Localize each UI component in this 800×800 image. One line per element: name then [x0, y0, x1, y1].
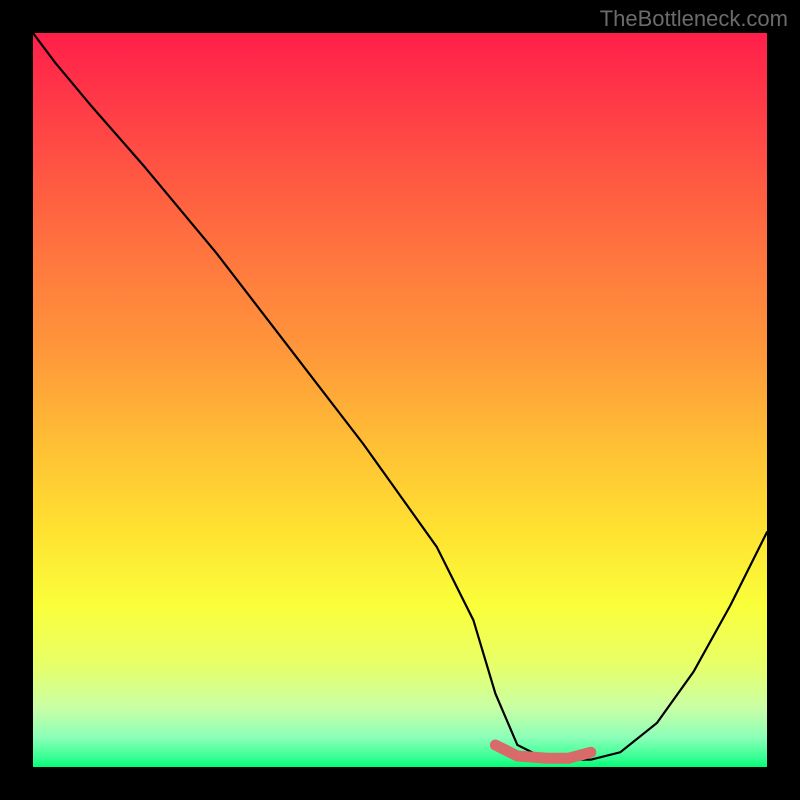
highlight-band-line: [495, 745, 590, 758]
chart-svg: [33, 33, 767, 767]
bottleneck-curve-line: [33, 33, 767, 760]
watermark-text: TheBottleneck.com: [600, 6, 788, 32]
chart-plot-area: [33, 33, 767, 767]
